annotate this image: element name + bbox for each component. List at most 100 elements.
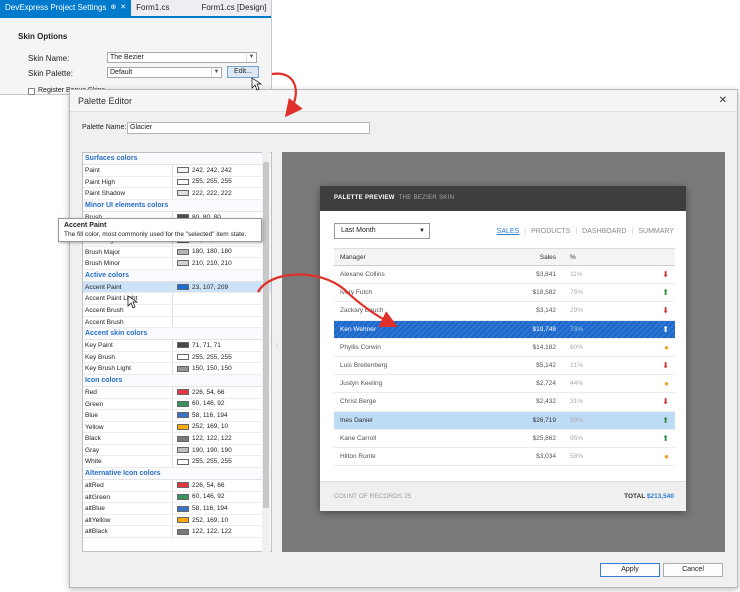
property-row[interactable]: Accent Paint 23, 107, 209 [83, 281, 271, 294]
property-row[interactable]: altBlack 122, 122, 122 [83, 526, 271, 539]
property-row[interactable]: Green 60, 146, 92 [83, 398, 271, 411]
splitter-handle[interactable]: ⋮ [274, 344, 280, 350]
table-row[interactable]: Justyn Keeling $2,724 44% ● [334, 375, 675, 394]
property-value[interactable]: 122, 122, 122 [173, 526, 271, 537]
table-row[interactable]: Ken Wehner $19,748 73% ⬆ [334, 320, 675, 339]
percent-cell: 11% [570, 271, 583, 278]
column-manager[interactable]: Manager [334, 249, 468, 265]
property-grid-scrollbar[interactable] [262, 152, 270, 552]
table-row[interactable]: Hilton Runte $3,034 58% ● [334, 448, 675, 467]
property-row[interactable]: Key Paint 71, 71, 71 [83, 340, 271, 352]
tab-devexpress-project-settings[interactable]: DevExpress Project Settings ⊕ ✕ [0, 0, 132, 16]
group-header[interactable]: Active colors [83, 269, 271, 282]
table-row[interactable]: Christ Berge $2,432 31% ⬇ [334, 393, 675, 412]
property-value[interactable]: 255, 255, 255 [173, 352, 271, 363]
apply-button[interactable]: Apply [600, 563, 660, 577]
property-value[interactable]: 222, 222, 222 [173, 188, 271, 199]
property-row[interactable]: Blue 58, 116, 194 [83, 410, 271, 422]
property-row[interactable]: Black 122, 122, 122 [83, 433, 271, 445]
property-row[interactable]: altBlue 58, 116, 194 [83, 503, 271, 515]
property-value[interactable]: 180, 180, 180 [173, 247, 271, 258]
manager-cell: Ines Daniel [340, 416, 373, 424]
property-row[interactable]: Red 226, 54, 66 [83, 386, 271, 399]
property-row[interactable]: Brush Minor 210, 210, 210 [83, 258, 271, 270]
tab-form1-design[interactable]: Form1.cs [Design] [196, 0, 271, 16]
tab-label: Form1.cs [Design] [201, 3, 267, 12]
property-row[interactable]: Brush Major 180, 180, 180 [83, 246, 271, 259]
chevron-down-icon[interactable]: ▼ [211, 68, 221, 77]
property-value[interactable]: 252, 169, 10 [173, 515, 271, 526]
property-value[interactable]: 71, 71, 71 [173, 340, 271, 351]
property-value[interactable]: 60, 146, 92 [173, 492, 271, 503]
close-icon[interactable]: ✕ [120, 0, 126, 16]
table-row[interactable]: Phyllis Corwin $14,182 60% ● [334, 339, 675, 357]
property-value[interactable]: 226, 54, 66 [173, 480, 271, 491]
close-icon[interactable]: ✕ [719, 90, 727, 112]
period-dropdown[interactable]: Last Month ▼ [334, 223, 430, 239]
property-row[interactable]: Paint Shadow 222, 222, 222 [83, 188, 271, 200]
pin-icon[interactable]: ⊕ [110, 0, 116, 16]
property-row[interactable]: Yellow 252, 169, 10 [83, 421, 271, 434]
property-value[interactable]: 60, 146, 92 [173, 399, 271, 410]
cancel-button[interactable]: Cancel [663, 563, 723, 577]
property-value[interactable]: 255, 255, 255 [173, 456, 271, 467]
property-value[interactable]: 255, 255, 255 [173, 177, 271, 188]
tooltip-text: The fill color, most commonly used for t… [64, 231, 247, 238]
property-value[interactable]: 150, 150, 150 [173, 363, 271, 374]
property-value[interactable] [173, 317, 271, 328]
dialog-title: Palette Editor [78, 96, 133, 106]
chevron-down-icon[interactable]: ▼ [246, 53, 256, 62]
tab-products[interactable]: PRODUCTS [531, 228, 570, 235]
tab-sales[interactable]: SALES [497, 228, 520, 235]
property-value[interactable]: 252, 169, 10 [173, 422, 271, 433]
tab-form1-cs[interactable]: Form1.cs [131, 0, 174, 16]
group-header[interactable]: Minor UI elements colors [83, 199, 271, 212]
tab-dashboard[interactable]: DASHBOARD [582, 228, 626, 235]
property-row[interactable]: altYellow 252, 169, 10 [83, 514, 271, 527]
property-row[interactable]: Key Brush Light 150, 150, 150 [83, 363, 271, 375]
property-value[interactable]: 58, 116, 194 [173, 503, 271, 514]
property-value[interactable] [173, 293, 271, 304]
edit-palette-button[interactable]: Edit... [227, 66, 259, 78]
palette-name-input[interactable]: Glacier [127, 122, 370, 134]
property-row[interactable]: altGreen 60, 146, 92 [83, 491, 271, 504]
group-header[interactable]: Icon colors [83, 374, 271, 387]
group-header[interactable]: Surfaces colors [83, 153, 271, 165]
table-row[interactable]: Alexane Collins $3,841 11% ⬇ [334, 266, 675, 285]
table-row[interactable]: Luis Breitenberg $5,142 21% ⬇ [334, 357, 675, 376]
property-value[interactable]: 226, 54, 66 [173, 387, 271, 398]
register-bonus-skins-checkbox[interactable] [28, 88, 35, 95]
group-header[interactable]: Alternative Icon colors [83, 468, 271, 481]
property-value[interactable] [173, 305, 271, 316]
property-row[interactable]: Accent Brush [83, 316, 271, 329]
property-row[interactable]: Key Brush 255, 255, 255 [83, 351, 271, 364]
table-row[interactable]: Kane Carroll $25,862 95% ⬆ [334, 430, 675, 448]
property-row[interactable]: Paint High 255, 255, 255 [83, 176, 271, 189]
property-value[interactable]: 122, 122, 122 [173, 433, 271, 444]
color-value: 23, 107, 209 [192, 283, 229, 291]
skin-name-combo[interactable]: The Bezier ▼ [107, 52, 257, 63]
property-row[interactable]: Gray 190, 190, 190 [83, 444, 271, 457]
table-row[interactable]: Ivory Futch $18,582 75% ⬆ [334, 284, 675, 303]
property-row[interactable]: altRed 226, 54, 66 [83, 480, 271, 492]
skin-palette-combo[interactable]: Default ▼ [107, 67, 222, 78]
property-row[interactable]: Accent Paint Light [83, 293, 271, 305]
property-value[interactable]: 23, 107, 209 [173, 282, 271, 293]
color-value: 190, 190, 190 [192, 446, 232, 454]
group-header[interactable]: Accent skin colors [83, 328, 271, 341]
property-value[interactable]: 242, 242, 242 [173, 165, 271, 176]
property-value[interactable]: 190, 190, 190 [173, 445, 271, 456]
property-value[interactable]: 210, 210, 210 [173, 258, 271, 269]
scrollbar-thumb[interactable] [263, 162, 269, 508]
column-percent[interactable]: % [564, 249, 624, 265]
table-row[interactable]: Ines Daniel $26,719 99% ⬆ [334, 411, 675, 430]
chevron-down-icon[interactable]: ▼ [419, 224, 425, 238]
property-row[interactable]: White 255, 255, 255 [83, 456, 271, 469]
property-value[interactable]: 58, 116, 194 [173, 410, 271, 421]
column-sales[interactable]: Sales [468, 249, 564, 265]
tab-summary[interactable]: SUMMARY [638, 228, 674, 235]
property-row[interactable]: Accent Brush [83, 304, 271, 317]
property-row[interactable]: Paint 242, 242, 242 [83, 165, 271, 177]
property-name: White [83, 456, 173, 468]
table-row[interactable]: Zackary Bauch $3,142 29% ⬇ [334, 302, 675, 321]
